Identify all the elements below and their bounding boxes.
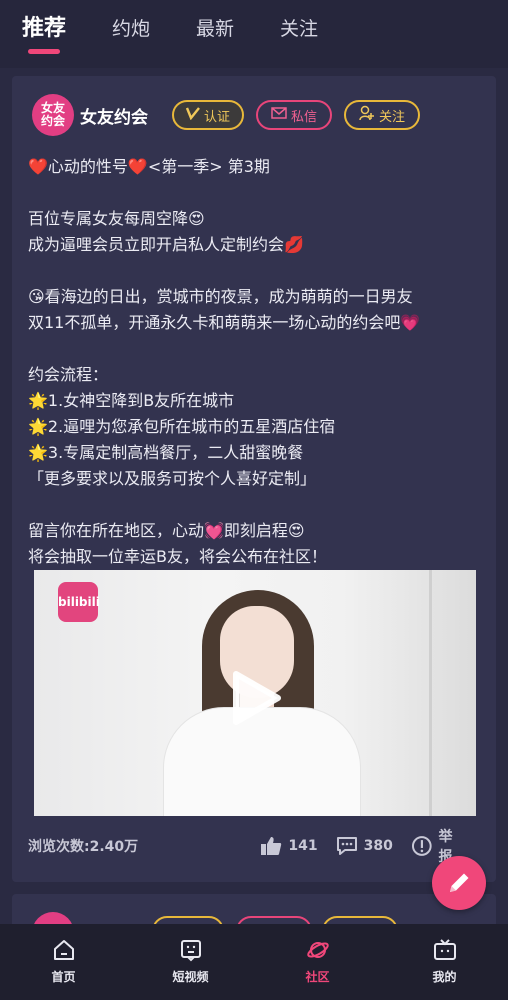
tab-latest[interactable]: 最新: [196, 14, 234, 54]
post-line: ❤️心动的性号❤️<第一季> 第3期: [28, 157, 270, 176]
bilibili-logo: bilibili: [58, 582, 100, 622]
video-background-detail: [429, 570, 432, 816]
planet-icon: [306, 942, 329, 958]
play-icon[interactable]: [222, 666, 286, 730]
like-count: 141: [288, 838, 318, 854]
pencil-icon: [450, 873, 469, 892]
video-player[interactable]: bilibili: [34, 570, 476, 816]
bottom-nav: 首页 短视频 社区 我的: [0, 924, 508, 1000]
post-line: 🌟2.逼哩为您承包所在城市的五星酒店住宿: [28, 417, 336, 436]
post-line: 约会流程：: [28, 365, 109, 384]
nav-short-video-label: 短视频: [172, 970, 209, 984]
home-icon: [53, 940, 74, 960]
post-line: 成为逼哩会员立即开启私人定制约会💋: [28, 235, 304, 254]
comment-button[interactable]: 380: [336, 836, 393, 856]
verified-v-icon: [185, 106, 200, 124]
post-line: 🌟3.专属定制高档餐厅，二人甜蜜晚餐: [28, 443, 304, 462]
author-name[interactable]: 女友约会: [80, 103, 160, 128]
tab-recommend[interactable]: 推荐: [22, 14, 66, 54]
nav-mine-label: 我的: [432, 970, 457, 984]
nav-home[interactable]: 首页: [0, 924, 127, 1000]
nav-home-label: 首页: [51, 970, 76, 984]
tv-icon: [433, 939, 456, 960]
post-stats: 浏览次数:2.40万 141 380 举报: [28, 829, 484, 865]
nav-community[interactable]: 社区: [254, 924, 381, 1000]
add-user-icon: [359, 105, 375, 125]
video-icon: [180, 940, 201, 962]
nav-mine[interactable]: 我的: [381, 924, 508, 1000]
comment-icon: [336, 837, 357, 855]
post-line: 双11不孤单，开通永久卡和萌萌来一场心动的约会吧💗: [28, 313, 421, 332]
follow-label: 关注: [378, 109, 405, 125]
follow-button[interactable]: 关注: [344, 100, 420, 130]
post-line: 😘看海边的日出，赏城市的夜景，成为萌萌的一日男友: [28, 287, 413, 306]
post-body: ❤️心动的性号❤️<第一季> 第3期 百位专属女友每周空降😍 成为逼哩会员立即开…: [28, 154, 488, 570]
post-card: 女友 约会 女友约会 认证 私信 关注 ❤️心动的性号❤️<第一季> 第3期 百…: [12, 76, 496, 882]
view-count: 浏览次数:2.40万: [28, 839, 139, 855]
alert-icon: [411, 836, 432, 856]
comment-count: 380: [363, 838, 393, 854]
tab-dating[interactable]: 约炮: [112, 14, 150, 54]
nav-community-label: 社区: [305, 970, 330, 984]
post-line: 留言你在所在地区，心动💓即刻启程😍: [28, 521, 305, 540]
post-line: 将会抽取一位幸运B友，将会公布在社区！: [28, 547, 327, 566]
message-button[interactable]: 私信: [256, 100, 332, 130]
verify-badge: 认证: [172, 100, 244, 130]
tab-following[interactable]: 关注: [280, 14, 318, 54]
avatar[interactable]: 女友 约会: [32, 94, 74, 136]
compose-button[interactable]: [432, 856, 486, 910]
author-row: 女友 约会 女友约会 认证 私信 关注: [32, 94, 492, 136]
message-label: 私信: [290, 109, 317, 125]
top-tab-bar: 推荐 约炮 最新 关注: [0, 0, 508, 68]
envelope-icon: [271, 107, 287, 123]
post-line: 「更多要求以及服务可按个人喜好定制」: [28, 469, 317, 488]
thumbs-up-icon: [261, 837, 282, 855]
post-line: 🌟1.女神空降到B友所在城市: [28, 391, 235, 410]
verify-label: 认证: [203, 109, 230, 125]
post-line: 百位专属女友每周空降😍: [28, 209, 205, 228]
like-button[interactable]: 141: [260, 836, 318, 856]
avatar-text-bottom: 约会: [40, 114, 65, 128]
nav-short-video[interactable]: 短视频: [127, 924, 254, 1000]
